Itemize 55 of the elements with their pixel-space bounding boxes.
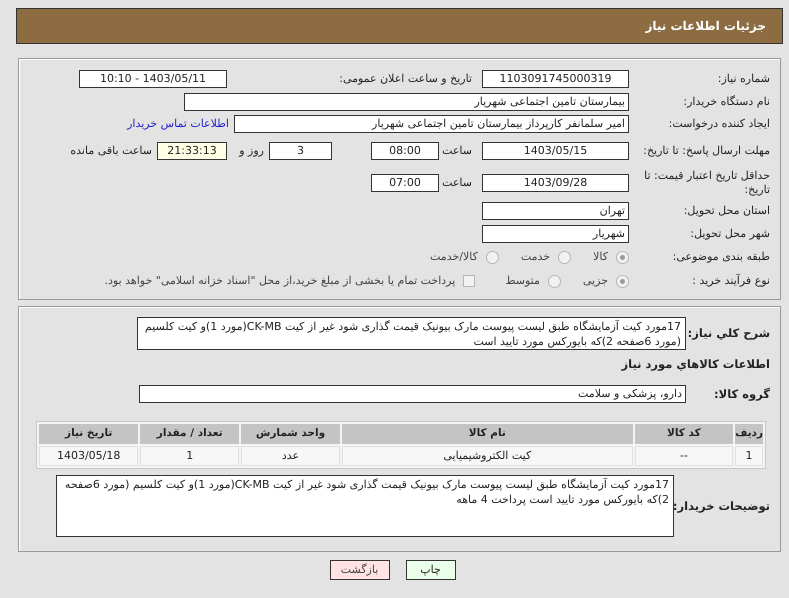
print-button[interactable]: چاپ (406, 560, 456, 580)
field-label: مهلت ارسال پاسخ: تا تاریخ: (642, 144, 771, 158)
text-field[interactable]: شهریار (482, 225, 629, 243)
field-label: شماره نیاز: (716, 70, 771, 87)
field-label: شهر محل تحویل: (689, 226, 771, 242)
field-label: تاریخ و ساعت اعلان عمومی: (338, 70, 472, 87)
field-label: نوع فرآیند خرید : (691, 272, 771, 289)
checkbox-label: پرداخت تمام یا بخشی از مبلغ خرید،از محل "اسناد خزانه اسلامی" خواهد بود. (104, 272, 456, 289)
text-field[interactable]: 1403/05/11 - 10:10 (79, 70, 227, 88)
contact-link[interactable]: اطلاعات تماس خریدار (127, 116, 229, 132)
field-label: حداقل تاریخ اعتبار قیمت: تا تاریخ: (643, 169, 771, 197)
field-label: گروه کالا: (713, 386, 771, 403)
text-field[interactable]: بیمارستان تامین اجتماعی شهریار (184, 93, 629, 111)
field-label: استان محل تحویل: (682, 202, 771, 219)
section-heading: اطلاعات کالاهاي مورد نياز (620, 356, 770, 373)
back-button[interactable]: بازگشت (330, 560, 390, 580)
column-header: کد کالا (634, 424, 734, 444)
column-header: تاریخ نیاز (39, 424, 138, 444)
text-field[interactable]: 07:00 (371, 174, 439, 192)
field-label: ساعت (442, 174, 472, 191)
table-cell: 1403/05/18 (39, 446, 138, 466)
column-header: نام کالا (342, 424, 633, 444)
table-cell: 1 (140, 446, 240, 466)
text-field[interactable]: 1103091745000319 (482, 70, 629, 88)
table-cell: 1 (735, 446, 763, 466)
text-field[interactable]: 1403/05/15 (482, 142, 629, 160)
radio-label: خدمت (520, 248, 550, 265)
text-field[interactable]: دارو، پزشکی و سلامت (139, 385, 686, 404)
field-label: طبقه بندی موضوعی: (672, 248, 771, 265)
field-label: شرح کلي نياز: (686, 324, 771, 342)
radio-label: متوسط (505, 272, 540, 289)
radio-label: کالا (593, 248, 608, 265)
text-field[interactable]: 1403/09/28 (482, 174, 629, 192)
text-field[interactable]: 08:00 (371, 142, 439, 160)
radio-label: جزیی (582, 272, 608, 289)
countdown-field[interactable]: 21:33:13 (157, 142, 227, 160)
text-field[interactable]: تهران (482, 202, 629, 220)
text-field[interactable]: امیر سلمانفر کارپرداز بیمارستان تامین اجتماعی شهریار (234, 115, 629, 133)
field-label: ساعت (442, 142, 472, 159)
column-header: واحد شمارش (241, 424, 340, 444)
field-label: توضیحات خریدار: (674, 498, 771, 515)
column-header: تعداد / مقدار (140, 424, 240, 444)
field-label: نام دستگاه خریدار: (682, 94, 771, 110)
column-header: ردیف (735, 424, 763, 444)
table-cell: عدد (241, 446, 340, 466)
radio-label: کالا/خدمت (430, 248, 478, 265)
text-field[interactable]: 3 (269, 142, 332, 160)
field-label: ایجاد کننده درخواست: (668, 116, 771, 132)
page-title: جزئیات اطلاعات نیاز (645, 18, 766, 35)
table-cell: -- (634, 446, 734, 466)
table-cell: کیت الکتروشیمیایی (342, 446, 633, 466)
field-label: روز و (238, 142, 264, 159)
description-field[interactable]: 17مورد کیت آزمایشگاه طبق لیست پیوست مارک بیونیک قیمت گذاری شود غیر از کیت CK-MB(مورد 1)و کیت کلسیم (مورد 6صفحه 2)که بایورکس مورد تایید است پرداخت 4 ماهه (56, 475, 674, 538)
description-field[interactable]: 17مورد کیت آزمایشگاه طبق لیست پیوست مارک بیونیک قیمت گذاری شود غیر از کیت CK-MB(مورد 1)و کیت کلسیم (مورد 6صفحه 2)که بایورکس مورد تایید است (137, 317, 686, 350)
field-label: ساعت باقی مانده (70, 142, 152, 159)
